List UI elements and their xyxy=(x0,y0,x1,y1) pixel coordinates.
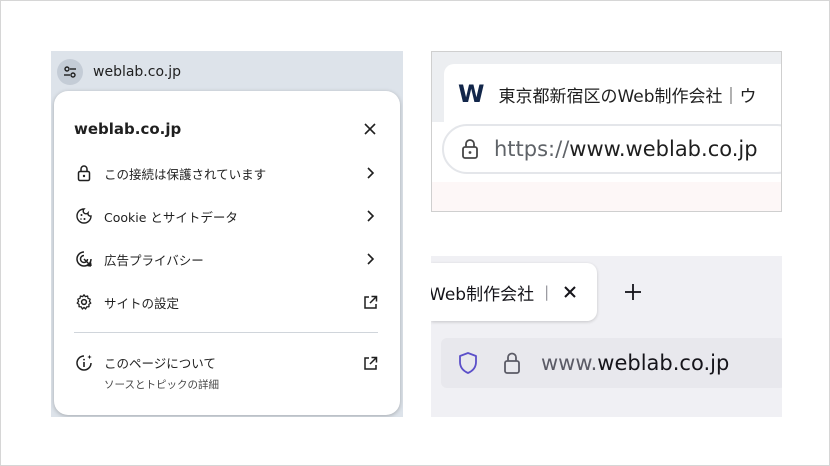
ad-privacy-label: 広告プライバシー xyxy=(104,252,204,268)
firefox-tab-title: Web制作会社 xyxy=(431,284,535,305)
url-scheme: https:// xyxy=(494,137,570,161)
chrome-tab-closeup: W 東京都新宿区のWeb制作会社｜ウ https://www.weblab.co… xyxy=(431,51,782,212)
site-info-chip[interactable]: weblab.co.jp xyxy=(57,59,181,85)
popup-title: weblab.co.jp xyxy=(74,120,182,138)
close-icon xyxy=(564,286,576,298)
tab-title-separator: | xyxy=(544,283,550,301)
about-title: このページについて xyxy=(104,356,216,371)
chrome-tab-strip: W 東京都新宿区のWeb制作会社｜ウ xyxy=(432,52,781,124)
tracking-protection-shield-icon[interactable] xyxy=(455,350,481,376)
tune-icon[interactable] xyxy=(57,59,83,85)
site-favicon: W xyxy=(458,80,485,108)
screenshot-frame: weblab.co.jp weblab.co.jp この接続は保護されています … xyxy=(0,0,830,466)
popup-header: weblab.co.jp xyxy=(74,117,380,141)
site-settings-item[interactable]: サイトの設定 xyxy=(74,288,380,316)
chrome-tab-title: 東京都新宿区のWeb制作会社｜ウ xyxy=(498,86,757,107)
about-this-page-item[interactable]: このページについて ソースとトピックの詳細 xyxy=(74,353,380,392)
close-tab-button[interactable] xyxy=(559,281,581,303)
chevron-right-icon xyxy=(360,249,380,269)
external-link-icon xyxy=(360,292,380,312)
external-link-icon xyxy=(360,353,380,373)
ad-privacy-item[interactable]: 広告プライバシー xyxy=(74,245,380,273)
close-button[interactable] xyxy=(360,119,380,139)
firefox-active-tab[interactable]: Web制作会社 | xyxy=(431,263,597,321)
cookies-site-data-item[interactable]: Cookie とサイトデータ xyxy=(74,202,380,230)
url-domain: weblab.co.jp xyxy=(597,351,730,375)
firefox-url: www.weblab.co.jp xyxy=(541,351,729,375)
site-chip-label: weblab.co.jp xyxy=(93,64,181,80)
firefox-address-bar[interactable]: www.weblab.co.jp xyxy=(441,338,782,388)
popup-divider xyxy=(74,332,378,333)
cookies-site-data-label: Cookie とサイトデータ xyxy=(104,209,238,225)
plus-icon xyxy=(625,284,641,300)
firefox-tab-closeup: Web制作会社 | www.weblab.co.jp xyxy=(431,256,782,417)
lock-icon[interactable] xyxy=(458,137,482,161)
site-settings-label: サイトの設定 xyxy=(104,295,180,311)
lock-icon xyxy=(74,163,94,183)
chrome-url: https://www.weblab.co.jp xyxy=(494,137,758,161)
info-sparkle-icon xyxy=(74,353,94,373)
about-text: このページについて ソースとトピックの詳細 xyxy=(104,353,360,392)
lock-icon[interactable] xyxy=(499,350,525,376)
gear-icon xyxy=(74,292,94,312)
ad-privacy-icon xyxy=(74,249,94,269)
url-host: www.weblab.co.jp xyxy=(569,137,758,161)
chevron-right-icon xyxy=(360,163,380,183)
connection-secure-label: この接続は保護されています xyxy=(104,166,267,182)
page-edge-strip xyxy=(432,182,781,211)
cookie-icon xyxy=(74,206,94,226)
close-icon xyxy=(364,123,376,135)
about-subtitle: ソースとトピックの詳細 xyxy=(104,379,219,391)
chrome-site-info-panel: weblab.co.jp weblab.co.jp この接続は保護されています … xyxy=(51,51,403,417)
new-tab-button[interactable] xyxy=(621,280,645,304)
chrome-address-bar[interactable]: https://www.weblab.co.jp xyxy=(442,124,781,174)
chevron-right-icon xyxy=(360,206,380,226)
url-subdomain: www. xyxy=(541,351,598,375)
connection-secure-item[interactable]: この接続は保護されています xyxy=(74,159,380,187)
site-info-popup: weblab.co.jp この接続は保護されています Cookie とサイトデー… xyxy=(54,91,400,415)
chrome-active-tab[interactable]: W 東京都新宿区のWeb制作会社｜ウ xyxy=(444,64,781,124)
